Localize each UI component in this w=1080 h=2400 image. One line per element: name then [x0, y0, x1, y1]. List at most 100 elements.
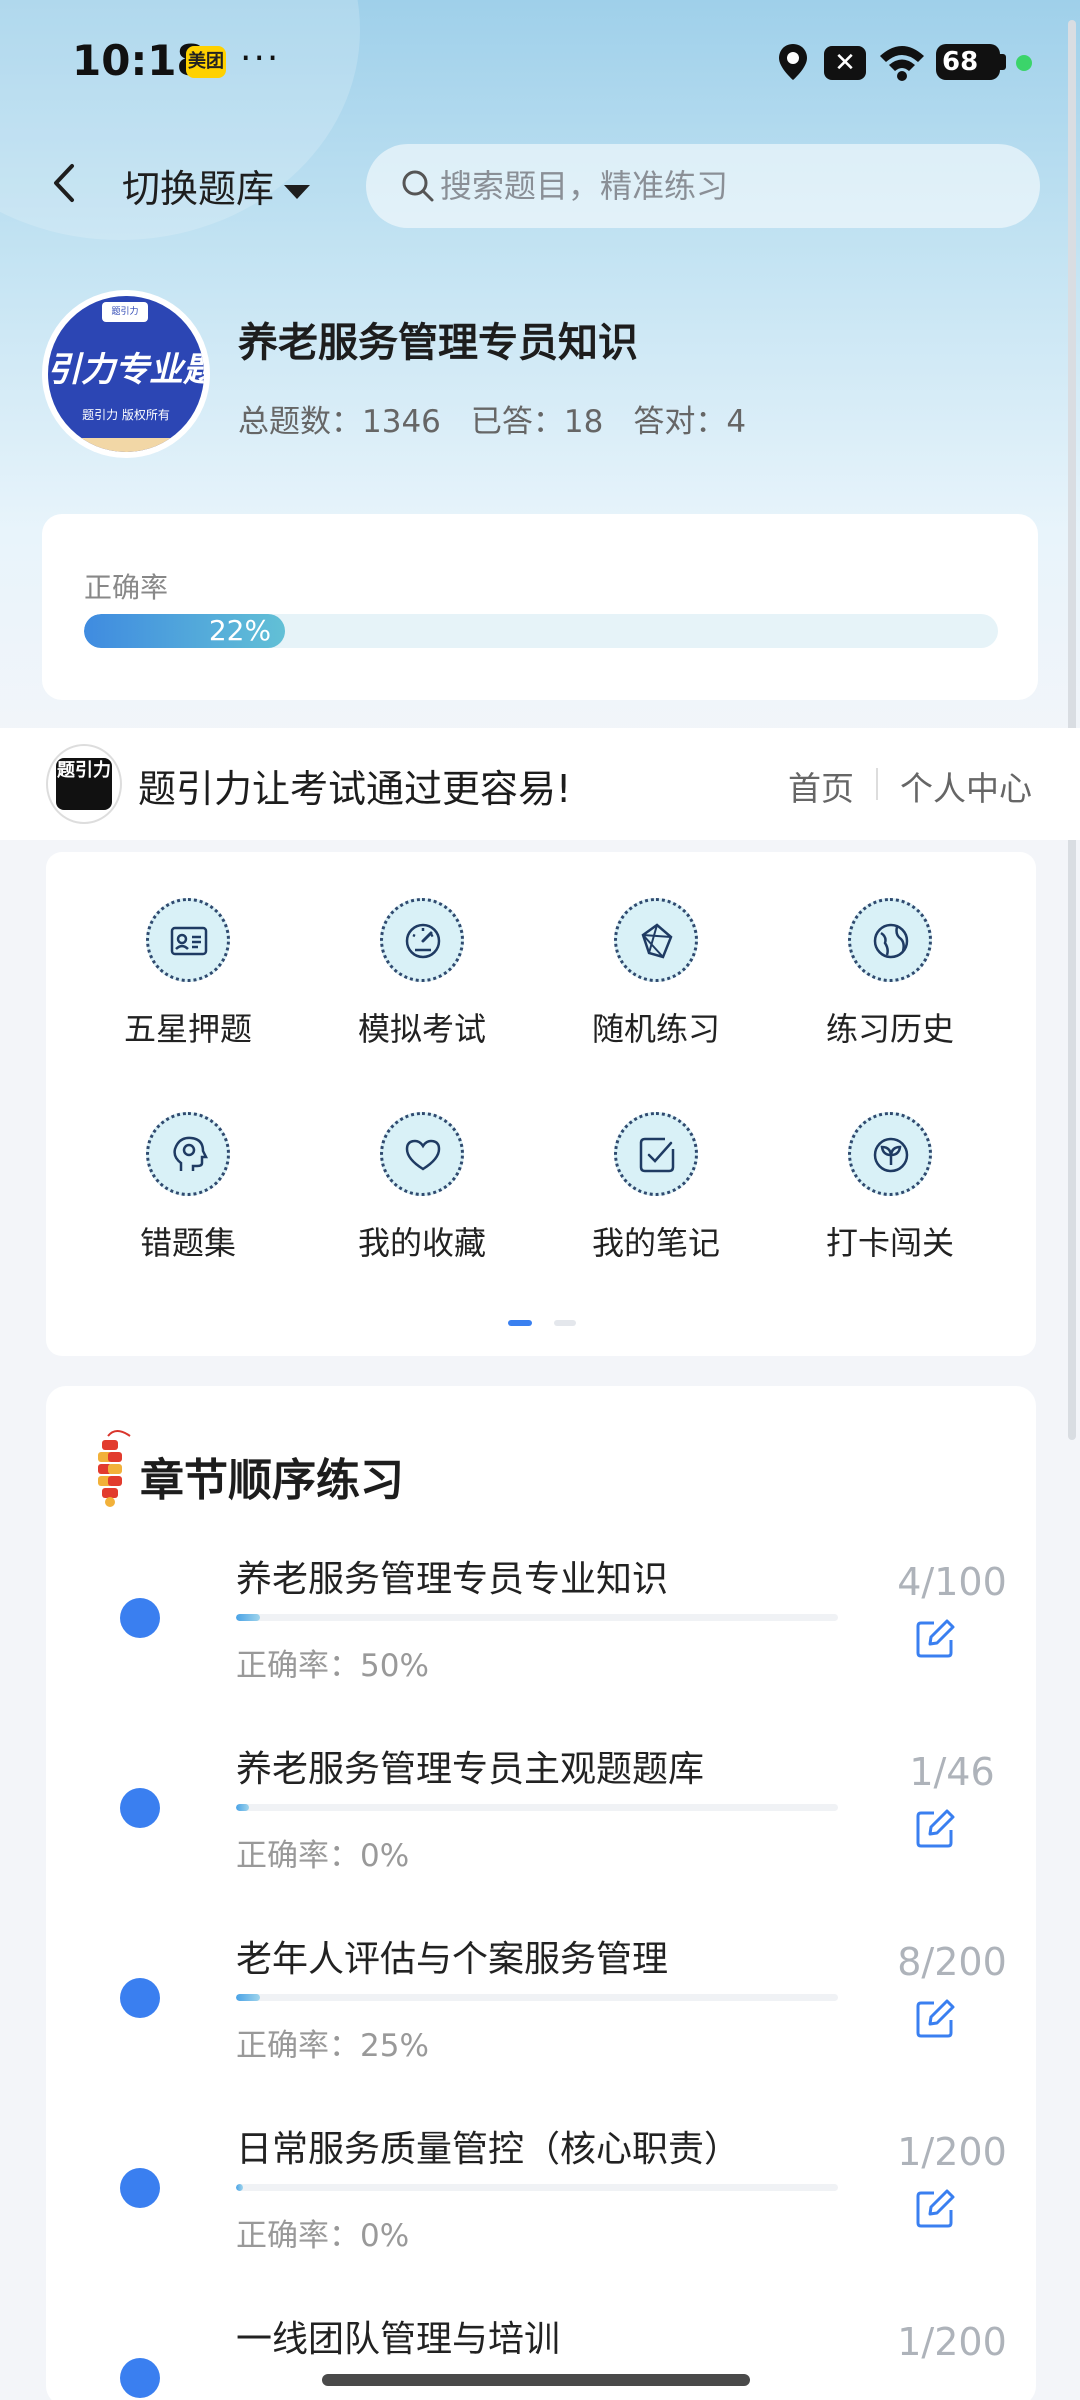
edit-icon[interactable]: [914, 1998, 956, 2040]
question-bank-title: 养老服务管理专员知识: [238, 320, 638, 366]
chapter-count: 8/200: [897, 1940, 1007, 1984]
chapter-progress-fill: [236, 1994, 261, 2001]
cover-title: 引力专业题: [48, 350, 204, 390]
home-indicator[interactable]: [322, 2374, 750, 2386]
total-count: 总题数：1346: [238, 404, 441, 440]
grid-item-label: 我的笔记: [591, 1224, 720, 1262]
chapter-item[interactable]: 日常服务质量管控（核心职责） 正确率：0% 1/200: [46, 2120, 1036, 2310]
nav-home-link[interactable]: 首页: [788, 762, 854, 810]
chapter-dot: [120, 1598, 160, 1638]
chapter-progress-track: [236, 1994, 838, 2001]
grid-item-label: 五星押题: [123, 1010, 252, 1048]
chapter-count: 4/100: [897, 1560, 1007, 1604]
chapter-dot: [120, 2168, 160, 2208]
grid-item-favorites[interactable]: 我的收藏: [322, 1066, 522, 1262]
brand-slogan: 题引力让考试通过更容易!: [138, 767, 572, 811]
pager-dot[interactable]: [554, 1320, 576, 1326]
chapter-item[interactable]: 一线团队管理与培训 1/200: [46, 2310, 1036, 2400]
more-notifications-icon: ···: [240, 38, 281, 79]
globe-icon: [848, 898, 932, 982]
grid-item-wrong-answers[interactable]: 错题集: [88, 1066, 288, 1262]
answered-count: 已答：18: [470, 404, 604, 440]
edit-icon[interactable]: [914, 1808, 956, 1850]
accuracy-label: 正确率: [84, 571, 169, 604]
wifi-icon: [880, 46, 924, 81]
search-input[interactable]: [440, 162, 1000, 210]
chapter-dot: [120, 2358, 160, 2398]
question-bank-cover: 题引力 引力专业题 题引力 版权所有: [42, 290, 210, 458]
chapter-name: 日常服务质量管控（核心职责）: [236, 2129, 741, 2170]
grid-item-label: 我的收藏: [357, 1224, 486, 1262]
privacy-indicator-dot: [1016, 55, 1032, 71]
chapter-count: 1/46: [909, 1750, 995, 1794]
search-icon: [402, 170, 434, 202]
chapter-progress-fill: [236, 1804, 250, 1811]
sprout-icon: [848, 1112, 932, 1196]
chapter-count: 1/200: [897, 2320, 1007, 2364]
caret-down-icon: [284, 184, 311, 199]
chapter-name: 养老服务管理专员主观题题库: [236, 1749, 705, 1790]
grid-item-label: 练习历史: [825, 1010, 954, 1048]
question-bank-stats: 总题数：1346 已答：18 答对：4: [238, 396, 776, 441]
function-grid: 五星押题 模拟考试 随机练习 练习历史 错题集 我的收藏 我的笔记 打卡闯关: [46, 852, 1036, 1356]
chapter-progress-fill: [236, 1614, 261, 1621]
chapter-accuracy: 正确率：0%: [236, 2218, 410, 2254]
chapter-count: 1/200: [897, 2130, 1007, 2174]
accuracy-progress-fill: 22%: [84, 614, 286, 648]
switch-bank-label: 切换题库: [122, 167, 275, 211]
gauge-icon: [380, 898, 464, 982]
accuracy-card: 正确率 22%: [42, 514, 1038, 700]
grid-item-label: 随机练习: [591, 1010, 720, 1048]
chapter-dot: [120, 1978, 160, 2018]
chapter-progress-track: [236, 1804, 838, 1811]
status-bar: 10:18 美团 ··· ✕ 68: [0, 0, 1080, 120]
chapter-item[interactable]: 老年人评估与个案服务管理 正确率：25% 8/200: [46, 1930, 1036, 2120]
grid-item-check-in[interactable]: 打卡闯关: [790, 1066, 990, 1262]
pager-dot-active[interactable]: [508, 1320, 532, 1326]
brand-logo[interactable]: 题引力: [46, 744, 122, 824]
chapter-progress-track: [236, 1614, 838, 1621]
chapter-dot: [120, 1788, 160, 1828]
grid-item-label: 模拟考试: [357, 1010, 486, 1048]
nav-divider: [876, 768, 878, 800]
chapter-progress-track: [236, 2184, 838, 2191]
chapter-practice-card: 章节顺序练习 养老服务管理专员专业知识 正确率：50% 4/100 养老服务管理…: [46, 1386, 1036, 2400]
grid-pager: [508, 1320, 578, 1328]
grid-item-label: 错题集: [139, 1224, 236, 1262]
edit-icon[interactable]: [914, 1618, 956, 1660]
chapter-accuracy: 正确率：50%: [236, 1648, 429, 1684]
switch-bank-dropdown[interactable]: 切换题库: [122, 158, 311, 213]
location-icon: [779, 44, 807, 80]
grid-item-mock-exam[interactable]: 模拟考试: [322, 852, 522, 1048]
edit-icon[interactable]: [914, 2188, 956, 2230]
chapter-item[interactable]: 养老服务管理专员主观题题库 正确率：0% 1/46: [46, 1740, 1036, 1930]
grid-item-notes[interactable]: 我的笔记: [556, 1066, 756, 1262]
cover-logo: 题引力: [102, 302, 148, 322]
accuracy-progress-track: 22%: [84, 614, 998, 648]
id-card-icon: [146, 898, 230, 982]
firecracker-icon: [98, 1430, 131, 1507]
search-bar[interactable]: [366, 144, 1040, 228]
cover-copyright: 题引力 版权所有: [82, 408, 170, 422]
chapter-accuracy: 正确率：25%: [236, 2028, 429, 2064]
chapter-name: 一线团队管理与培训: [236, 2319, 561, 2360]
blocked-icon: ✕: [824, 46, 866, 80]
head-icon: [146, 1112, 230, 1196]
battery-icon: 68: [936, 44, 1006, 80]
chapter-accuracy: 正确率：0%: [236, 1838, 410, 1874]
grid-item-history[interactable]: 练习历史: [790, 852, 990, 1048]
chapter-practice-title: 章节顺序练习: [140, 1455, 404, 1506]
cover-image: 题引力 引力专业题 题引力 版权所有: [48, 296, 204, 452]
grid-item-random-practice[interactable]: 随机练习: [556, 852, 756, 1048]
correct-count: 答对：4: [633, 404, 747, 440]
grid-item-five-star[interactable]: 五星押题: [88, 852, 288, 1048]
cover-band: [48, 438, 204, 452]
back-arrow-icon[interactable]: [44, 158, 84, 208]
nav-profile-link[interactable]: 个人中心: [900, 762, 1032, 810]
note-check-icon: [614, 1112, 698, 1196]
brand-logo-mark: 题引力: [56, 758, 112, 810]
chapter-name: 养老服务管理专员专业知识: [236, 1559, 669, 1600]
chapter-item[interactable]: 养老服务管理专员专业知识 正确率：50% 4/100: [46, 1550, 1036, 1740]
chapter-name: 老年人评估与个案服务管理: [236, 1939, 669, 1980]
brand-banner: 题引力 题引力让考试通过更容易! 首页 个人中心: [0, 728, 1080, 840]
